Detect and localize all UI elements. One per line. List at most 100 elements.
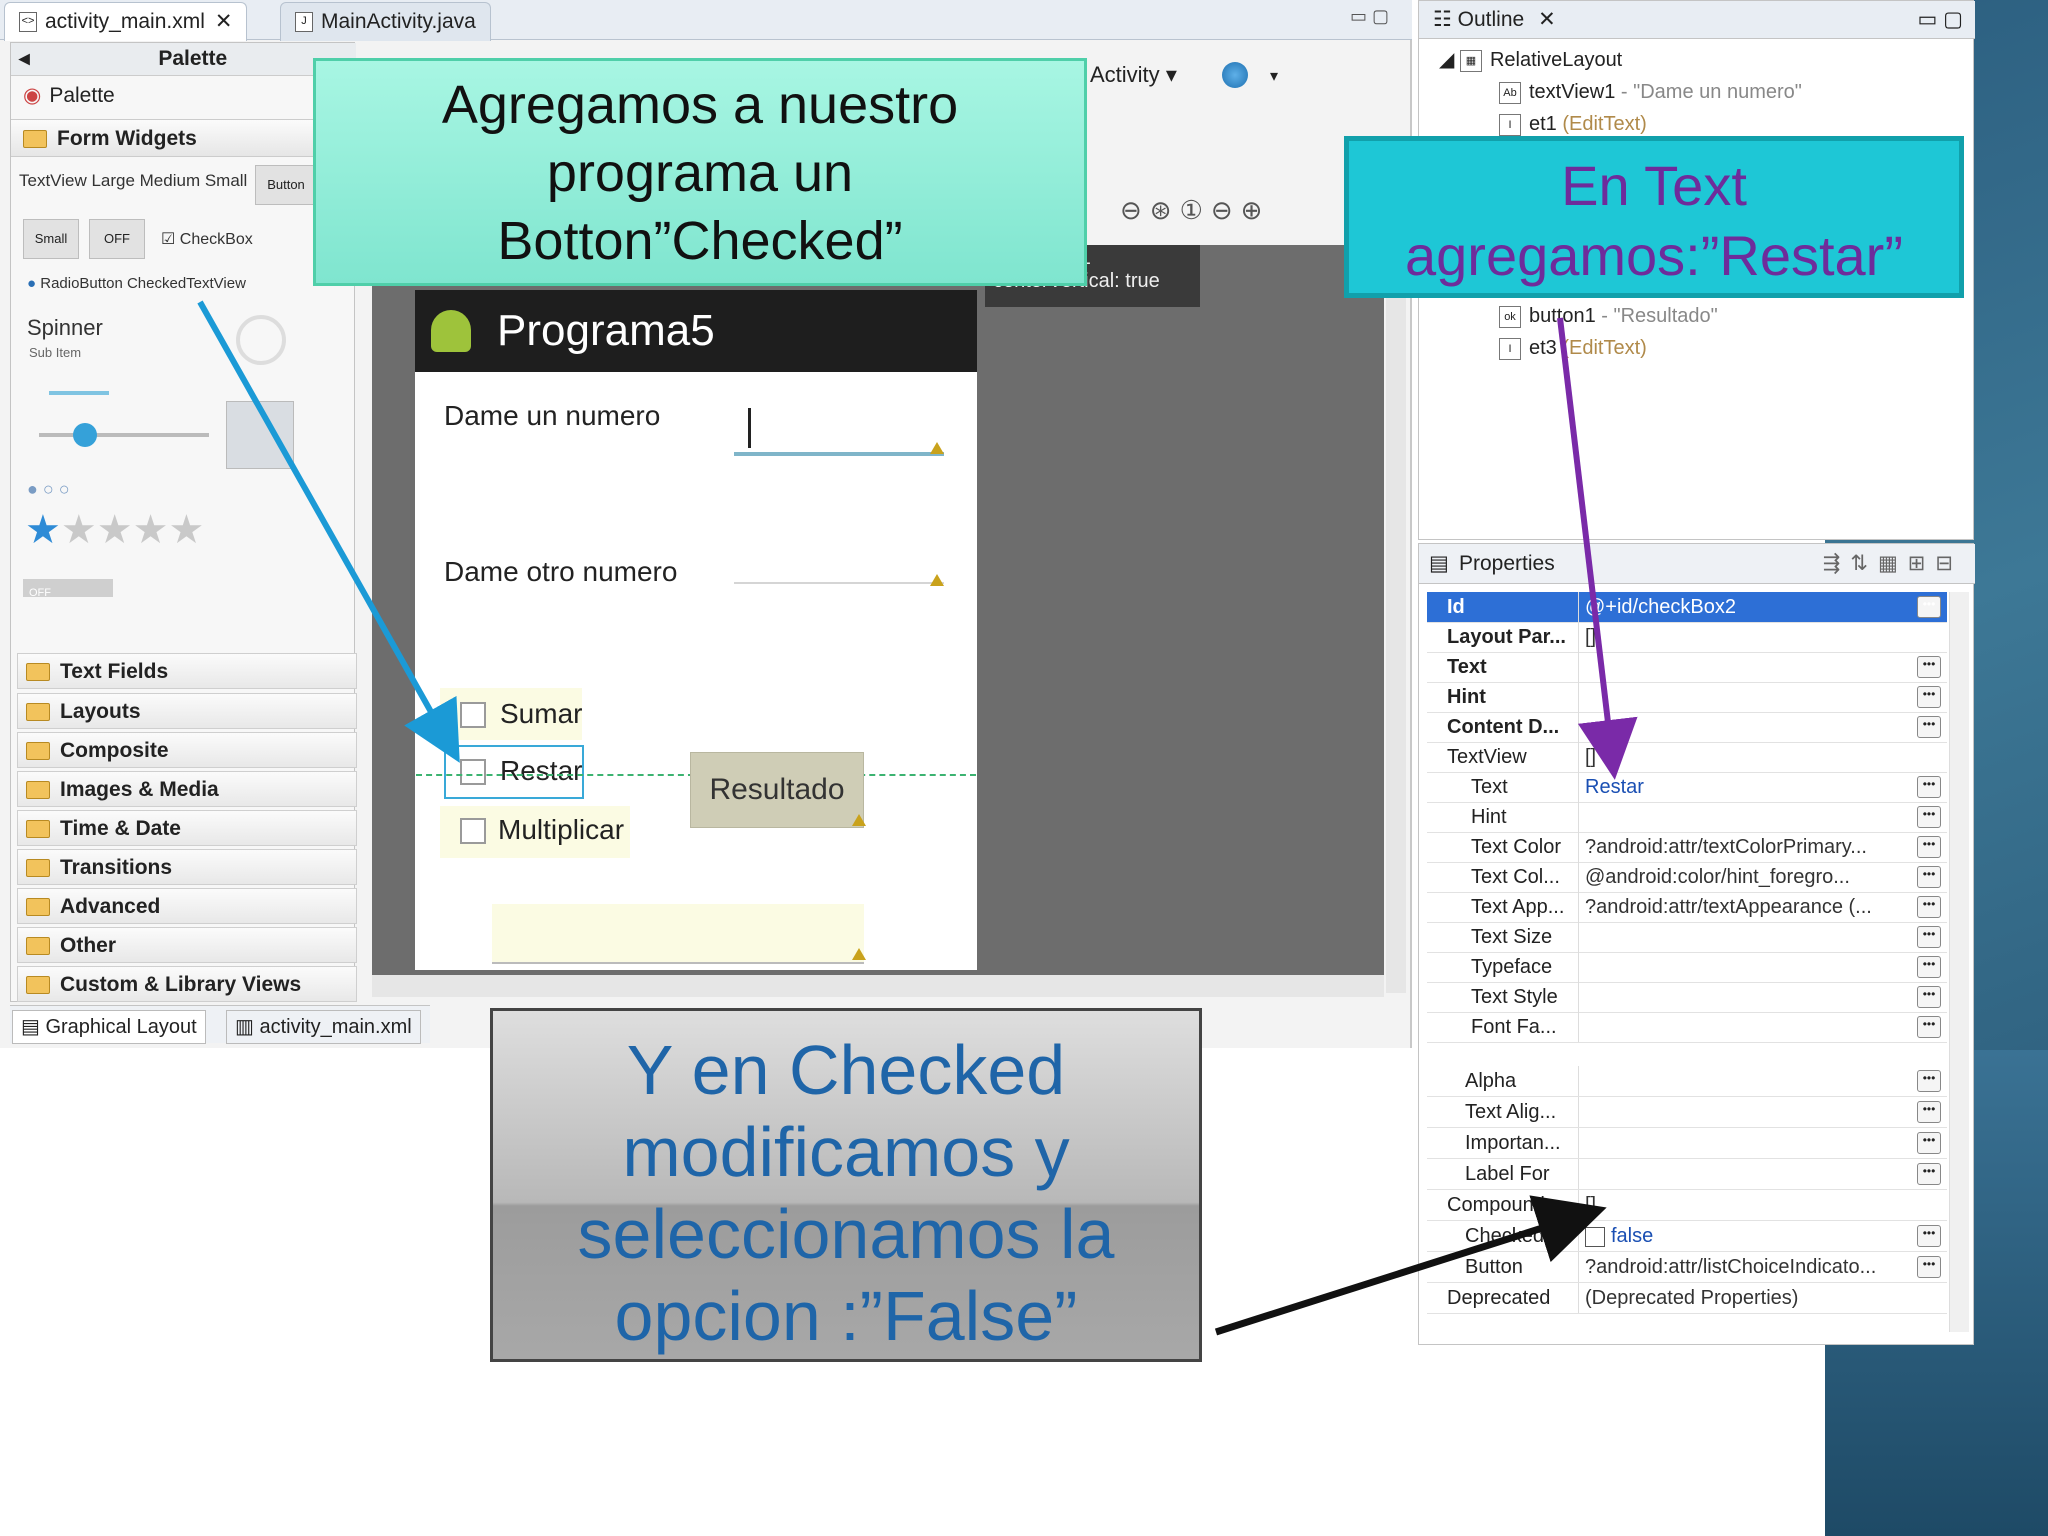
prop-row-id[interactable]: Id @+id/checkBox2 ••• <box>1427 592 1947 623</box>
prop-row-layout-params[interactable]: Layout Par...[] <box>1427 622 1947 653</box>
ellipsis-button[interactable]: ••• <box>1917 1256 1941 1278</box>
ellipsis-button[interactable]: ••• <box>1917 1016 1941 1038</box>
palette-category-advanced[interactable]: Advanced <box>17 888 357 924</box>
ellipsis-button[interactable]: ••• <box>1917 1101 1941 1123</box>
ellipsis-button[interactable]: ••• <box>1917 596 1941 618</box>
widget-radio-checkedtextview[interactable]: ● RadioButton CheckedTextView <box>27 275 246 292</box>
ellipsis-button[interactable]: ••• <box>1917 896 1941 918</box>
palette-category-layouts[interactable]: Layouts <box>17 693 357 729</box>
canvas-vertical-scrollbar[interactable] <box>1386 245 1406 993</box>
prop-row-text-size[interactable]: Text Size ••• <box>1427 922 1947 953</box>
widget-seekbar[interactable] <box>39 433 209 437</box>
checkbox-unchecked-icon[interactable] <box>1585 1226 1605 1247</box>
prop-row-alpha[interactable]: Alpha ••• <box>1427 1066 1947 1097</box>
outline-item-et1[interactable]: Iet1 (EditText) <box>1499 109 1647 139</box>
collapse-arrow-icon[interactable]: ◂ <box>19 43 30 75</box>
checkbox-box[interactable] <box>460 702 486 728</box>
widget-textview-sizes[interactable]: TextView Large Medium Small <box>19 171 247 191</box>
close-icon[interactable]: ✕ <box>215 10 233 33</box>
prop-row-hint-2[interactable]: Hint ••• <box>1427 802 1947 833</box>
widget-radiogroup[interactable]: ● ○ ○ <box>27 479 70 500</box>
outline-item-et3[interactable]: Iet3 (EditText) <box>1499 333 1647 363</box>
edittext-et1[interactable] <box>734 452 944 456</box>
ellipsis-button[interactable]: ••• <box>1917 986 1941 1008</box>
ellipsis-button[interactable]: ••• <box>1917 1163 1941 1185</box>
tab-activity-main-xml[interactable]: <> activity_main.xml ✕ <box>4 2 248 41</box>
properties-scrollbar[interactable] <box>1949 592 1969 1332</box>
ellipsis-button[interactable]: ••• <box>1917 656 1941 678</box>
prop-row-text-style[interactable]: Text Style ••• <box>1427 982 1947 1013</box>
widget-small-button[interactable]: Small <box>23 219 79 259</box>
prop-row-content-description[interactable]: Content D... ••• <box>1427 712 1947 743</box>
prop-row-text-alignment[interactable]: Text Alig... ••• <box>1427 1097 1947 1128</box>
palette-category-custom-library-views[interactable]: Custom & Library Views <box>17 966 357 1002</box>
palette-category-images-media[interactable]: Images & Media <box>17 771 357 807</box>
outline-item-textview1[interactable]: Ab textView1 - "Dame un numero" <box>1499 77 1802 107</box>
checkbox-multiplicar[interactable]: Multiplicar <box>440 806 630 858</box>
palette-category-text-fields[interactable]: Text Fields <box>17 653 357 689</box>
edittext-et2[interactable] <box>734 582 944 584</box>
zoom-controls[interactable]: ⊖⊛①⊖⊕ <box>1120 195 1270 226</box>
widget-button[interactable]: Button <box>255 165 317 205</box>
label-dame-un-numero[interactable]: Dame un numero <box>444 400 660 432</box>
ellipsis-button[interactable]: ••• <box>1917 1225 1941 1247</box>
widget-quickcontact-avatar[interactable] <box>226 401 294 469</box>
widget-toggle-off[interactable]: OFF <box>89 219 145 259</box>
widget-checkbox[interactable]: ☑ CheckBox <box>161 229 253 249</box>
outline-item-button1[interactable]: ok button1 - "Resultado" <box>1499 301 1718 331</box>
close-icon[interactable]: ✕ <box>1538 8 1556 31</box>
ellipsis-button[interactable]: ••• <box>1917 956 1941 978</box>
palette-category-composite[interactable]: Composite <box>17 732 357 768</box>
canvas-horizontal-scrollbar[interactable] <box>372 975 1384 997</box>
palette-category-form-widgets[interactable]: Form Widgets <box>11 119 356 157</box>
edittext-et3[interactable] <box>492 904 864 964</box>
ellipsis-button[interactable]: ••• <box>1917 776 1941 798</box>
ellipsis-button[interactable]: ••• <box>1917 836 1941 858</box>
widget-switch[interactable]: OFF <box>23 579 113 599</box>
tab-mainactivity-java[interactable]: J MainActivity.java <box>280 2 491 41</box>
ellipsis-button[interactable]: ••• <box>1917 686 1941 708</box>
tab-xml-source[interactable]: ▥ activity_main.xml <box>226 1010 421 1044</box>
checkbox-box[interactable] <box>460 818 486 844</box>
window-controls[interactable]: ▭ ▢ <box>1917 1 1963 39</box>
prop-row-button[interactable]: Button ?android:attr/listChoiceIndicato..… <box>1427 1252 1947 1283</box>
properties-toolbar[interactable]: ⇶⇅▦⊞⊟ <box>1823 544 1963 584</box>
prop-row-font-family[interactable]: Font Fa... ••• <box>1427 1012 1947 1043</box>
ellipsis-button[interactable]: ••• <box>1917 1070 1941 1092</box>
prop-row-important-for-accessibility[interactable]: Importan... ••• <box>1427 1128 1947 1159</box>
widget-progressbar[interactable] <box>49 391 109 395</box>
ellipsis-button[interactable]: ••• <box>1917 806 1941 828</box>
prop-row-text-appearance[interactable]: Text App... ?android:attr/textAppearance … <box>1427 892 1947 923</box>
ellipsis-button[interactable]: ••• <box>1917 926 1941 948</box>
palette-category-other[interactable]: Other <box>17 927 357 963</box>
widget-spinner[interactable]: Spinner <box>27 315 103 341</box>
ellipsis-button[interactable]: ••• <box>1917 1132 1941 1154</box>
widget-ratingbar[interactable]: ★★★★★ <box>25 507 204 553</box>
palette-category-time-date[interactable]: Time & Date <box>17 810 357 846</box>
prop-row-typeface[interactable]: Typeface ••• <box>1427 952 1947 983</box>
prop-row-deprecated[interactable]: Deprecated (Deprecated Properties) <box>1427 1283 1947 1314</box>
ellipsis-button[interactable]: ••• <box>1917 716 1941 738</box>
button-resultado[interactable]: Resultado <box>690 752 864 828</box>
label-dame-otro-numero[interactable]: Dame otro numero <box>444 556 677 588</box>
checkbox-restar-selected[interactable]: Restar <box>444 745 584 799</box>
activity-selector[interactable]: Activity ▾ <box>1090 62 1177 88</box>
ellipsis-button[interactable]: ••• <box>1917 866 1941 888</box>
prop-row-text-color[interactable]: Text Color ?android:attr/textColorPrimary… <box>1427 832 1947 863</box>
prop-row-label-for[interactable]: Label For ••• <box>1427 1159 1947 1190</box>
dropdown-arrow-icon[interactable]: ▾ <box>1270 66 1278 86</box>
prop-row-text-color-hint[interactable]: Text Col... @android:color/hint_foregro..… <box>1427 862 1947 893</box>
prop-row-compound-button[interactable]: Compound...[] <box>1427 1190 1947 1221</box>
prop-row-checked[interactable]: Checked false ••• <box>1427 1221 1947 1252</box>
palette-category-transitions[interactable]: Transitions <box>17 849 357 885</box>
progress-spinner-icon[interactable] <box>236 315 286 365</box>
prop-row-text-value[interactable]: Text Restar ••• <box>1427 772 1947 803</box>
checkbox-box[interactable] <box>460 759 486 785</box>
checkbox-sumar[interactable]: Sumar <box>440 688 582 740</box>
prop-row-textview-group[interactable]: TextView[] <box>1427 742 1947 773</box>
locale-globe-icon[interactable] <box>1222 62 1248 88</box>
outline-root[interactable]: ◢ ▦ RelativeLayout <box>1439 45 1622 75</box>
prop-row-hint[interactable]: Hint ••• <box>1427 682 1947 713</box>
prop-row-text[interactable]: Text ••• <box>1427 652 1947 683</box>
tab-graphical-layout[interactable]: ▤ Graphical Layout <box>12 1010 206 1044</box>
